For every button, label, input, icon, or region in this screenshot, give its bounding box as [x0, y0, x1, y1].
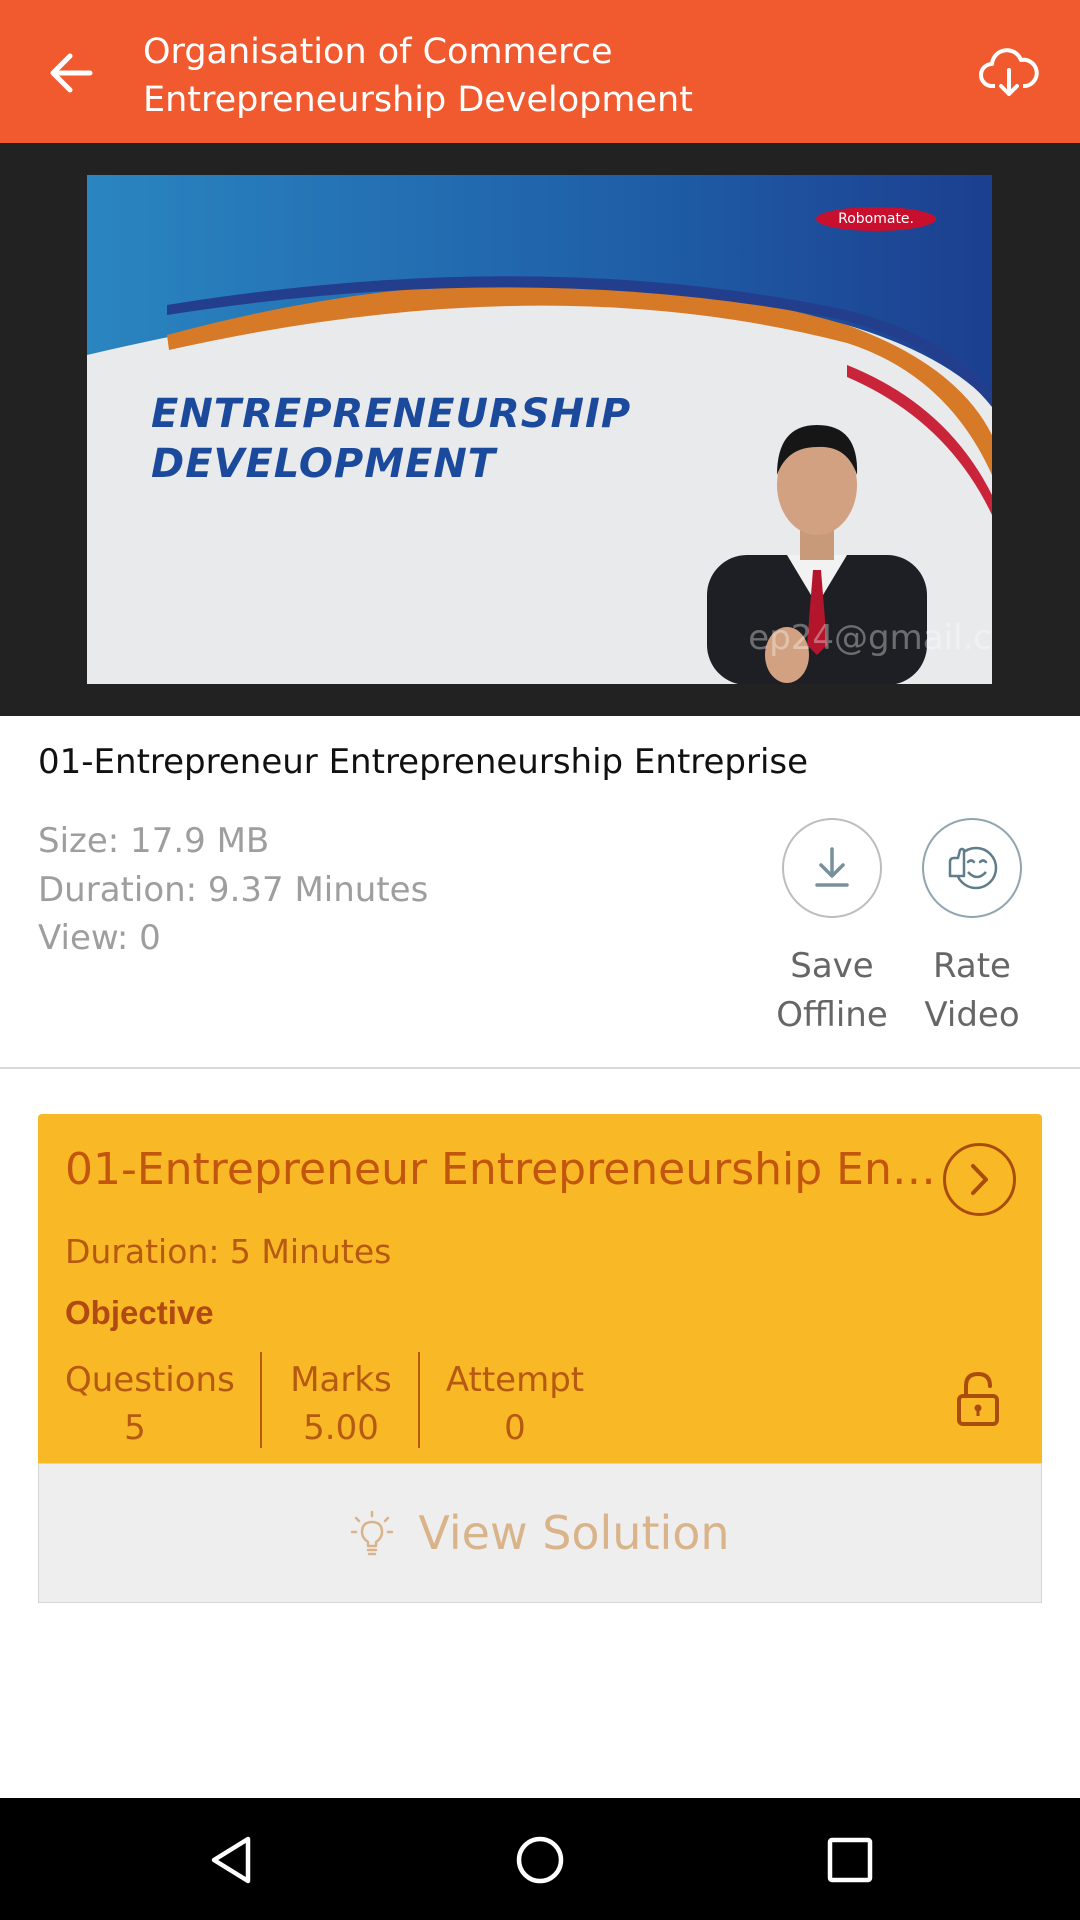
save-offline-button[interactable]: Save Offline [770, 818, 894, 1040]
rate-video-label: Rate Video [924, 946, 1020, 1035]
test-title: 01-Entrepreneur Entrepreneurship Entrepr… [65, 1144, 945, 1195]
nav-home-icon[interactable] [513, 1833, 567, 1887]
stat-divider [260, 1352, 262, 1448]
slide-title: ENTREPRENEURSHIP DEVELOPMENT [151, 391, 632, 487]
app-bar: Organisation of Commerce Entrepreneurshi… [0, 0, 1080, 143]
video-size: Size: 17.9 MB [38, 821, 270, 861]
nav-back-icon[interactable] [204, 1833, 258, 1887]
view-solution-label: View Solution [418, 1506, 730, 1560]
video-views: View: 0 [38, 918, 161, 958]
nav-recents-icon[interactable] [823, 1833, 877, 1887]
test-card[interactable]: 01-Entrepreneur Entrepreneurship Entrepr… [38, 1114, 1042, 1463]
save-offline-label: Save Offline [776, 946, 888, 1035]
stat-divider [418, 1352, 420, 1448]
chevron-right-icon[interactable] [942, 1142, 1017, 1217]
unlock-icon [957, 1371, 999, 1426]
video-player[interactable]: Robomate. ENTREPRENEURSHIP DEVELOPMENT e… [0, 143, 1080, 716]
watermark: ep24@gmail.c [748, 618, 992, 658]
system-nav-bar [0, 1798, 1080, 1920]
video-thumbnail[interactable]: Robomate. ENTREPRENEURSHIP DEVELOPMENT e… [87, 175, 992, 684]
test-duration: Duration: 5 Minutes [65, 1232, 392, 1271]
attempt-stat: Attempt 0 [445, 1360, 585, 1448]
test-type: Objective [65, 1294, 214, 1331]
lightbulb-icon [351, 1510, 394, 1556]
page-title: Organisation of Commerce Entrepreneurshi… [143, 32, 693, 120]
video-name: 01-Entrepreneur Entrepreneurship Entrepr… [38, 742, 809, 782]
brand-logo: Robomate. [816, 207, 936, 231]
cloud-download-icon[interactable] [978, 42, 1040, 104]
questions-stat: Questions 5 [65, 1360, 235, 1448]
view-solution-button[interactable]: View Solution [38, 1463, 1042, 1603]
rate-video-button[interactable]: Rate Video [910, 818, 1034, 1040]
rate-face-icon [922, 818, 1022, 918]
divider [0, 1067, 1080, 1069]
download-icon [782, 818, 882, 918]
video-duration: Duration: 9.37 Minutes [38, 870, 429, 910]
marks-stat: Marks 5.00 [290, 1360, 392, 1448]
arrow-left-icon[interactable] [40, 42, 102, 104]
